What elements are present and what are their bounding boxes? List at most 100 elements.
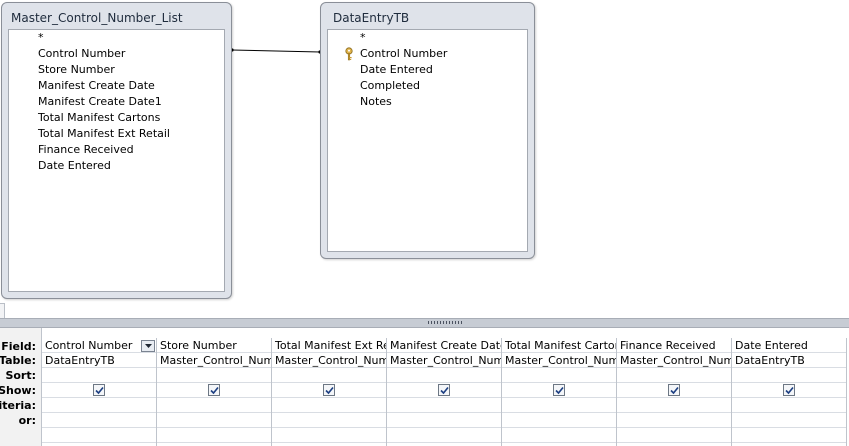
horizontal-scrollbar[interactable]: [0, 303, 5, 319]
or-cell[interactable]: [42, 413, 156, 428]
key-icon: [345, 47, 353, 61]
field-item-date-entered[interactable]: Date Entered: [38, 158, 111, 174]
grid-column[interactable]: Store Number Master_Control_Numl: [157, 338, 272, 446]
field-cell[interactable]: Manifest Create Date:: [387, 338, 501, 353]
or-cell[interactable]: [502, 413, 616, 428]
row-label-show: Show:: [0, 384, 36, 397]
table-cell[interactable]: Master_Control_Numl: [272, 353, 386, 368]
show-checkbox[interactable]: [93, 384, 105, 396]
field-item-date-entered[interactable]: Date Entered: [360, 62, 433, 78]
field-cell[interactable]: Control Number: [42, 338, 156, 353]
table-cell[interactable]: Master_Control_Numl: [617, 353, 731, 368]
field-cell[interactable]: Total Manifest Carton: [502, 338, 616, 353]
sort-cell[interactable]: [387, 368, 501, 383]
field-item-finance-received[interactable]: Finance Received: [38, 142, 134, 158]
extra-cell[interactable]: [502, 428, 616, 443]
criteria-cell[interactable]: [617, 398, 731, 413]
criteria-cell[interactable]: [157, 398, 271, 413]
sort-cell[interactable]: [42, 368, 156, 383]
extra-cell[interactable]: [617, 428, 731, 443]
row-label-column: Field: Table: Sort: Show: riteria: or:: [0, 328, 42, 446]
checkmark-icon: [440, 386, 449, 395]
extra-cell[interactable]: [42, 428, 156, 443]
checkmark-icon: [210, 386, 219, 395]
or-cell[interactable]: [617, 413, 731, 428]
show-cell[interactable]: [387, 383, 501, 398]
show-cell[interactable]: [157, 383, 271, 398]
row-label-sort: Sort:: [5, 369, 36, 382]
table-cell[interactable]: Master_Control_Numl: [387, 353, 501, 368]
show-cell[interactable]: [42, 383, 156, 398]
or-cell[interactable]: [157, 413, 271, 428]
field-cell[interactable]: Total Manifest Ext Ret: [272, 338, 386, 353]
field-item-total-manifest-cartons[interactable]: Total Manifest Cartons: [38, 110, 160, 126]
grid-column[interactable]: Date Entered DataEntryTB: [732, 338, 847, 446]
query-design-grid: Field: Table: Sort: Show: riteria: or: C…: [0, 328, 849, 446]
field-item-manifest-create-date[interactable]: Manifest Create Date: [38, 78, 155, 94]
criteria-cell[interactable]: [732, 398, 846, 413]
grid-column[interactable]: Manifest Create Date: Master_Control_Numl: [387, 338, 502, 446]
field-item-control-number[interactable]: Control Number: [360, 46, 447, 62]
field-cell[interactable]: Finance Received: [617, 338, 731, 353]
pane-splitter[interactable]: [0, 318, 849, 328]
checkmark-icon: [670, 386, 679, 395]
show-checkbox[interactable]: [668, 384, 680, 396]
grid-column[interactable]: Finance Received Master_Control_Numl: [617, 338, 732, 446]
field-item-all[interactable]: *: [38, 30, 44, 46]
table-title: DataEntryTB: [333, 11, 410, 25]
criteria-cell[interactable]: [42, 398, 156, 413]
extra-cell[interactable]: [387, 428, 501, 443]
or-cell[interactable]: [387, 413, 501, 428]
sort-cell[interactable]: [502, 368, 616, 383]
show-checkbox[interactable]: [553, 384, 565, 396]
row-label-criteria: riteria:: [0, 399, 36, 412]
show-checkbox[interactable]: [323, 384, 335, 396]
extra-cell[interactable]: [732, 428, 846, 443]
field-item-all[interactable]: *: [360, 30, 366, 46]
sort-cell[interactable]: [157, 368, 271, 383]
extra-cell[interactable]: [157, 428, 271, 443]
row-label-field: Field:: [1, 340, 36, 353]
grid-column[interactable]: Total Manifest Carton Master_Control_Numl: [502, 338, 617, 446]
show-cell[interactable]: [732, 383, 846, 398]
field-list[interactable]: * Control Number Date Entered Completed …: [327, 29, 528, 252]
table-cell[interactable]: Master_Control_Numl: [502, 353, 616, 368]
show-cell[interactable]: [272, 383, 386, 398]
field-item-notes[interactable]: Notes: [360, 94, 392, 110]
checkmark-icon: [555, 386, 564, 395]
field-item-total-manifest-ext-retail[interactable]: Total Manifest Ext Retail: [38, 126, 170, 142]
field-cell[interactable]: Store Number: [157, 338, 271, 353]
field-list[interactable]: * Control Number Store Number Manifest C…: [8, 29, 225, 292]
or-cell[interactable]: [272, 413, 386, 428]
field-item-completed[interactable]: Completed: [360, 78, 420, 94]
row-label-or: or:: [18, 414, 36, 427]
or-cell[interactable]: [732, 413, 846, 428]
field-cell[interactable]: Date Entered: [732, 338, 846, 353]
sort-cell[interactable]: [617, 368, 731, 383]
table-cell[interactable]: DataEntryTB: [42, 353, 156, 368]
grid-column[interactable]: Total Manifest Ext Ret Master_Control_Num…: [272, 338, 387, 446]
table-window-master-control-number-list[interactable]: Master_Control_Number_List * Control Num…: [1, 2, 232, 299]
criteria-cell[interactable]: [502, 398, 616, 413]
row-label-table: Table:: [0, 354, 36, 367]
table-cell[interactable]: Master_Control_Numl: [157, 353, 271, 368]
field-item-control-number[interactable]: Control Number: [38, 46, 125, 62]
field-dropdown-button[interactable]: [141, 340, 155, 352]
chevron-down-icon: [145, 344, 152, 348]
sort-cell[interactable]: [732, 368, 846, 383]
extra-cell[interactable]: [272, 428, 386, 443]
show-checkbox[interactable]: [438, 384, 450, 396]
criteria-cell[interactable]: [387, 398, 501, 413]
field-item-manifest-create-date1[interactable]: Manifest Create Date1: [38, 94, 162, 110]
show-checkbox[interactable]: [208, 384, 220, 396]
show-cell[interactable]: [617, 383, 731, 398]
field-item-store-number[interactable]: Store Number: [38, 62, 115, 78]
grid-column[interactable]: Control Number DataEntryTB: [42, 338, 157, 446]
table-cell[interactable]: DataEntryTB: [732, 353, 846, 368]
show-checkbox[interactable]: [783, 384, 795, 396]
splitter-grip[interactable]: [428, 321, 462, 324]
show-cell[interactable]: [502, 383, 616, 398]
sort-cell[interactable]: [272, 368, 386, 383]
table-window-dataentrytb[interactable]: DataEntryTB * Control Number Date Entere…: [320, 2, 535, 259]
criteria-cell[interactable]: [272, 398, 386, 413]
